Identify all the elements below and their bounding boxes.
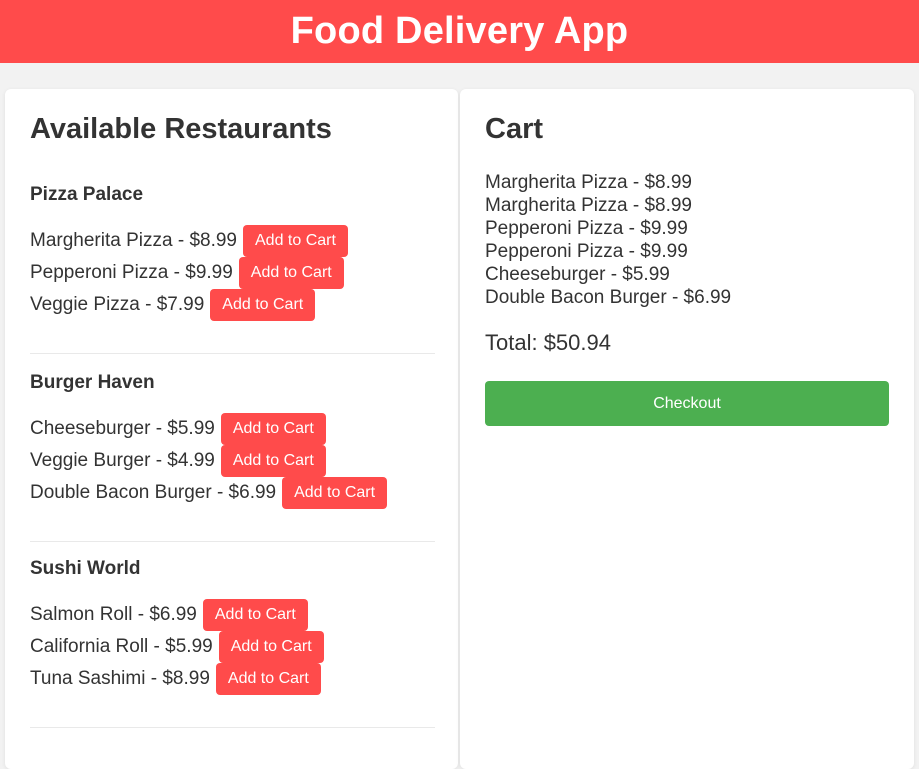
add-to-cart-button[interactable]: Add to Cart [218,631,324,663]
restaurant-sushi-world: Sushi World Salmon Roll - $6.99 Add to C… [30,558,435,728]
add-to-cart-button[interactable]: Add to Cart [220,445,326,477]
restaurant-burger-haven: Burger Haven Cheeseburger - $5.99 Add to… [30,372,435,542]
restaurants-panel: Available Restaurants Pizza Palace Margh… [5,89,458,769]
add-to-cart-button[interactable]: Add to Cart [220,413,326,445]
menu-item-text: Veggie Burger - $4.99 [30,450,215,471]
menu-item: Salmon Roll - $6.99 Add to Cart [30,599,435,631]
checkout-button[interactable]: Checkout [485,381,889,426]
section-divider [30,541,435,542]
app-title: Food Delivery App [290,10,629,52]
cart-items-list: Margherita Pizza - $8.99 Margherita Pizz… [485,171,731,309]
cart-item: Pepperoni Pizza - $9.99 [485,218,688,239]
menu-item-text: California Roll - $5.99 [30,636,213,657]
cart-item: Cheeseburger - $5.99 [485,264,670,285]
add-to-cart-button[interactable]: Add to Cart [202,599,308,631]
cart-item: Double Bacon Burger - $6.99 [485,287,732,308]
cart-item: Pepperoni Pizza - $9.99 [485,241,688,262]
menu-item-text: Margherita Pizza - $8.99 [30,230,237,251]
cart-panel: Cart Margherita Pizza - $8.99 Margherita… [460,89,914,769]
menu-item: Tuna Sashimi - $8.99 Add to Cart [30,663,435,695]
app-header: Food Delivery App [0,0,919,63]
menu-item-text: Cheeseburger - $5.99 [30,418,215,439]
add-to-cart-button[interactable]: Add to Cart [243,225,348,257]
restaurant-name: Burger Haven [30,372,155,393]
menu-item: Veggie Burger - $4.99 Add to Cart [30,445,435,477]
menu-item-text: Double Bacon Burger - $6.99 [30,482,277,503]
menu-item: Pepperoni Pizza - $9.99 Add to Cart [30,257,435,289]
cart-item: Margherita Pizza - $8.99 [485,195,692,216]
add-to-cart-button[interactable]: Add to Cart [215,663,321,695]
add-to-cart-button[interactable]: Add to Cart [282,477,388,509]
restaurant-pizza-palace: Pizza Palace Margherita Pizza - $8.99 Ad… [30,184,435,354]
section-divider [30,353,435,354]
section-divider [30,727,435,728]
menu-item: Veggie Pizza - $7.99 Add to Cart [30,289,435,321]
menu-item: California Roll - $5.99 Add to Cart [30,631,435,663]
add-to-cart-button[interactable]: Add to Cart [210,289,316,321]
cart-heading: Cart [485,113,544,145]
menu-item-text: Pepperoni Pizza - $9.99 [30,262,233,283]
menu-item: Double Bacon Burger - $6.99 Add to Cart [30,477,435,509]
restaurants-heading: Available Restaurants [30,113,332,145]
restaurant-name: Pizza Palace [30,184,144,205]
add-to-cart-button[interactable]: Add to Cart [238,257,344,289]
menu-item: Margherita Pizza - $8.99 Add to Cart [30,225,435,257]
cart-total: Total: $50.94 [485,330,611,355]
cart-item: Margherita Pizza - $8.99 [485,172,692,193]
menu-item-text: Tuna Sashimi - $8.99 [30,668,210,689]
restaurant-name: Sushi World [30,558,141,579]
menu-item: Cheeseburger - $5.99 Add to Cart [30,413,435,445]
menu-item-text: Salmon Roll - $6.99 [30,604,197,625]
menu-item-text: Veggie Pizza - $7.99 [30,294,205,315]
